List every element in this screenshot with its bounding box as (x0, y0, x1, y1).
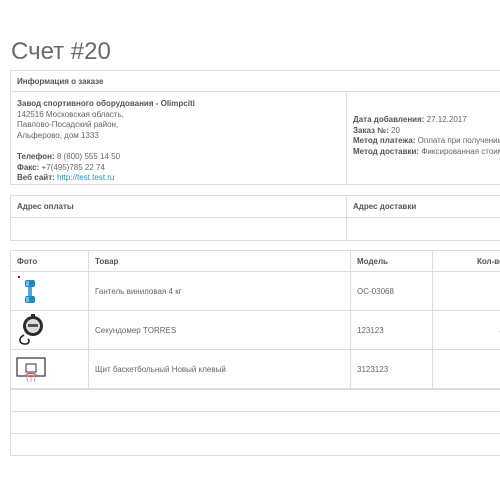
store-website: Веб сайт: http://test.test.ru (17, 173, 340, 184)
phone-label: Телефон: (17, 152, 55, 161)
date-added: Дата добавления: 27.12.2017 (353, 115, 500, 126)
product-photo-cell (10, 349, 89, 389)
model-column-header: Модель (350, 250, 433, 272)
shipping-address-cell (346, 217, 500, 241)
table-row (10, 411, 500, 434)
photo-column-header: Фото (10, 250, 89, 272)
date-added-value: 27.12.2017 (426, 115, 467, 124)
product-qty: 4 (432, 310, 500, 350)
order-id: Заказ №: 20 (353, 126, 500, 137)
totals-table (10, 389, 500, 456)
product-name: Щит баскетбольный Новый клевый (88, 349, 351, 389)
address-table: Адрес оплаты Адрес доставки (10, 195, 500, 241)
payment-address-header: Адрес оплаты (10, 195, 347, 218)
order-id-value: 20 (391, 125, 400, 135)
product-name: Секундомер TORRES (88, 310, 351, 350)
shipping-method: Метод доставки: Фиксированная стоимость … (353, 147, 500, 158)
qty-column-header: Кол-во (432, 250, 500, 272)
basketball-backboard-icon (16, 357, 46, 383)
stopwatch-icon (19, 314, 43, 345)
date-added-label: Дата добавления: (353, 115, 425, 124)
store-name: Завод спортивного оборудования - Olimpci… (17, 99, 195, 108)
order-info-table: Информация о заказе Завод спортивного об… (10, 70, 500, 185)
page-title: Счет #20 (11, 38, 111, 65)
store-info-cell: Завод спортивного оборудования - Olimpci… (10, 91, 347, 185)
product-photo-cell (10, 310, 89, 350)
dumbbell-icon (18, 276, 35, 303)
payment-address-cell (10, 217, 347, 241)
payment-method: Метод платежа: Оплата при получении (353, 136, 500, 147)
fax-value: +7(495)785 22 74 (41, 162, 105, 172)
product-qty: 1 (432, 349, 500, 389)
shipping-method-label: Метод доставки: (353, 146, 420, 156)
shipping-method-value: Фиксированная стоимость доставки (421, 146, 500, 156)
table-row: Гантель виниловая 4 кг ОС-03068 1 (10, 271, 500, 311)
store-fax: Факс: +7(495)785 22 74 (17, 163, 340, 174)
website-link[interactable]: http://test.test.ru (57, 173, 114, 182)
product-qty: 1 (432, 271, 500, 311)
payment-method-label: Метод платежа: (353, 136, 416, 145)
table-row (10, 389, 500, 412)
store-address-line: Павлово-Посадский район, (17, 120, 119, 129)
order-info-header: Информация о заказе (10, 70, 500, 92)
table-row: Щит баскетбольный Новый клевый 3123123 1 (10, 349, 500, 389)
order-id-label: Заказ №: (353, 125, 389, 135)
store-address-line: Альферово, дом 1333 (17, 130, 99, 140)
phone-value: 8 (800) 555 14 50 (56, 152, 121, 161)
website-label: Веб сайт: (17, 173, 55, 182)
products-table: Фото Товар Модель Кол-во Гантель винилов… (10, 250, 500, 389)
product-model: 3123123 (350, 349, 433, 389)
payment-method-value: Оплата при получении (417, 136, 500, 145)
product-name: Гантель виниловая 4 кг (88, 271, 351, 311)
fax-label: Факс: (17, 162, 40, 172)
product-photo-cell (10, 271, 89, 311)
order-meta-cell: Дата добавления: 27.12.2017 Заказ №: 20 … (346, 91, 500, 185)
shipping-address-header: Адрес доставки (346, 195, 500, 218)
store-address-line: 142516 Московская область, (17, 109, 124, 119)
product-model: 123123 (350, 310, 433, 350)
product-column-header: Товар (88, 250, 351, 272)
table-row (10, 433, 500, 456)
table-row: Секундомер TORRES 123123 4 (10, 310, 500, 350)
store-phone: Телефон: 8 (800) 555 14 50 (17, 152, 340, 163)
product-model: ОС-03068 (350, 271, 433, 311)
